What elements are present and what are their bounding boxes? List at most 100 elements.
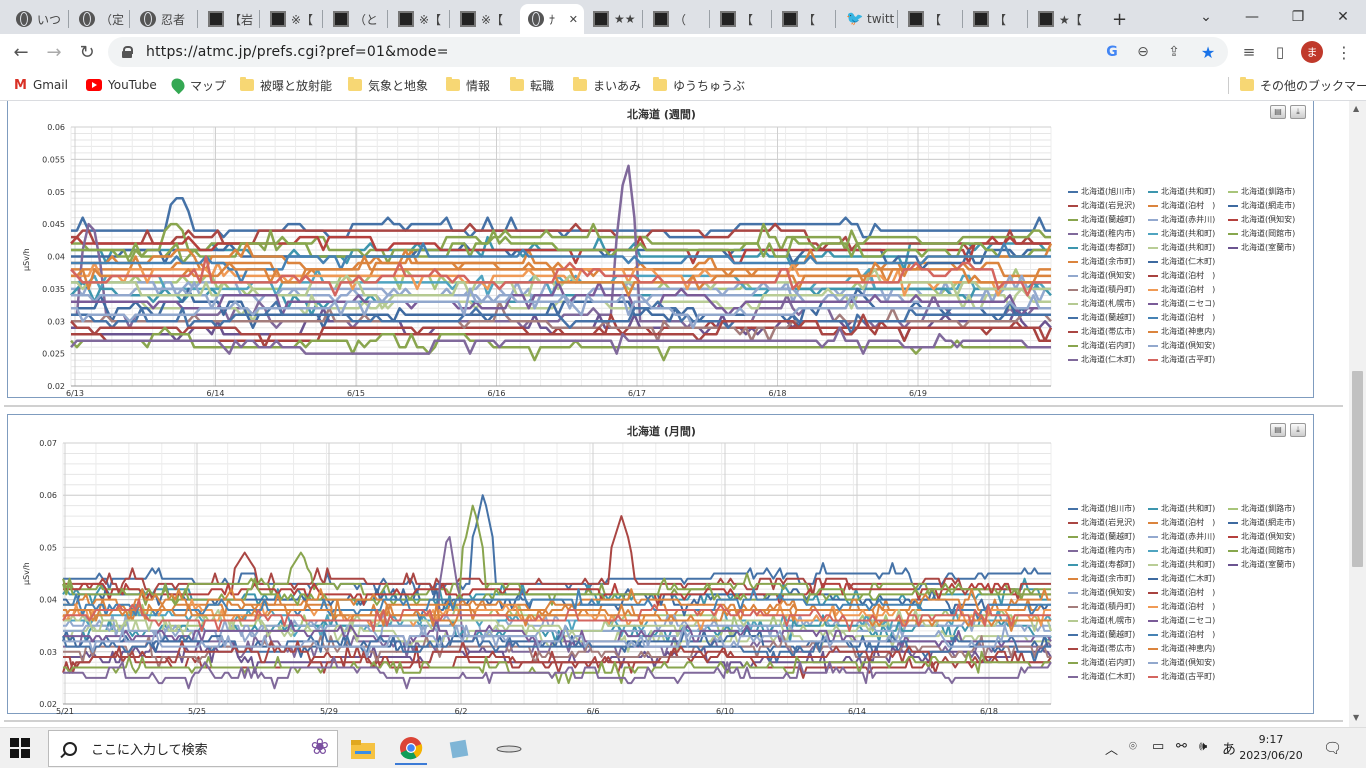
legend-item[interactable]: 北海道(室蘭市) bbox=[1228, 559, 1323, 570]
legend-item[interactable]: 北海道(泊村 ) bbox=[1148, 587, 1243, 598]
media-control-icon[interactable]: ≡ bbox=[1236, 39, 1262, 65]
share-icon[interactable]: ⇪ bbox=[1162, 40, 1186, 64]
legend-label: 北海道(室蘭市) bbox=[1241, 560, 1296, 569]
browser-tab[interactable]: （定 bbox=[71, 4, 127, 34]
legend-item[interactable]: 北海道(岡館市) bbox=[1228, 228, 1323, 239]
side-panel-icon[interactable]: ▯ bbox=[1267, 39, 1293, 65]
scroll-up-icon[interactable]: ▲ bbox=[1353, 104, 1359, 113]
folder-icon bbox=[446, 77, 460, 91]
legend-item[interactable]: 北海道(ニセコ) bbox=[1148, 615, 1243, 626]
legend-item[interactable]: 北海道(仁木町) bbox=[1148, 573, 1243, 584]
browser-tab[interactable]: 忍者 bbox=[132, 4, 188, 34]
legend-item[interactable]: 北海道(仁木町) bbox=[1148, 256, 1243, 267]
legend-item[interactable]: 北海道(倶知安) bbox=[1148, 340, 1243, 351]
browser-tab[interactable]: ※【 bbox=[390, 4, 446, 34]
legend-item[interactable]: 北海道(神恵内) bbox=[1148, 643, 1243, 654]
legend-item[interactable]: 北海道(泊村 ) bbox=[1148, 601, 1243, 612]
browser-tab[interactable]: ※【 bbox=[262, 4, 318, 34]
bookmark-folder-5[interactable]: まいあみ bbox=[573, 76, 641, 94]
browser-tab[interactable]: 【岩 bbox=[200, 4, 256, 34]
bookmark-folder-4[interactable]: 転職 bbox=[510, 76, 554, 94]
bookmark-youtube[interactable]: YouTube bbox=[86, 76, 157, 94]
legend-item[interactable]: 北海道(室蘭市) bbox=[1228, 242, 1323, 253]
legend-item[interactable]: 北海道(古平町) bbox=[1148, 354, 1243, 365]
legend-item[interactable]: 北海道(網走市) bbox=[1228, 517, 1323, 528]
battery-icon[interactable]: ▭ bbox=[1152, 739, 1164, 754]
legend-item[interactable]: 北海道(古平町) bbox=[1148, 671, 1243, 682]
legend-item[interactable]: 北海道(倶知安) bbox=[1148, 657, 1243, 668]
legend-item[interactable]: 北海道(泊村 ) bbox=[1148, 312, 1243, 323]
other-bookmarks[interactable]: その他のブックマーク bbox=[1240, 76, 1366, 94]
legend-item[interactable]: 北海道(泊村 ) bbox=[1148, 629, 1243, 640]
close-window-icon[interactable]: ✕ bbox=[1320, 0, 1366, 34]
new-tab-button[interactable]: + bbox=[1108, 4, 1130, 34]
bookmark-folder-6[interactable]: ゆうちゅうぶ bbox=[653, 76, 745, 94]
google-translate-icon[interactable]: G bbox=[1100, 40, 1124, 64]
bookmark-folder-1[interactable]: 被曝と放射能 bbox=[240, 76, 332, 94]
legend-item[interactable]: 北海道(倶知安) bbox=[1228, 214, 1323, 225]
browser-tab[interactable]: （と bbox=[325, 4, 381, 34]
browser-tab[interactable]: （ bbox=[645, 4, 701, 34]
legend-swatch bbox=[1068, 605, 1078, 608]
legend-label: 北海道(赤井川) bbox=[1161, 215, 1216, 224]
scroll-down-icon[interactable]: ▼ bbox=[1353, 713, 1359, 722]
legend-label: 北海道(旭川市) bbox=[1081, 187, 1136, 196]
tab-title: twitt bbox=[867, 12, 894, 26]
browser-tab[interactable]: ﾅ ✕ bbox=[520, 4, 584, 34]
browser-tab[interactable]: 【 bbox=[965, 4, 1021, 34]
browser-tab[interactable]: 【 bbox=[712, 4, 768, 34]
ime-indicator[interactable]: あ bbox=[1222, 739, 1236, 759]
notification-icon[interactable]: 🗨 bbox=[1323, 739, 1342, 757]
bookmark-gmail[interactable]: M Gmail bbox=[14, 76, 68, 94]
browser-tab[interactable]: ※【 bbox=[452, 4, 508, 34]
legend-item[interactable]: 北海道(倶知安) bbox=[1228, 531, 1323, 542]
legend-item[interactable]: 北海道(網走市) bbox=[1228, 200, 1323, 211]
network-icon[interactable]: ⚯ bbox=[1176, 739, 1187, 754]
reload-button[interactable]: ↻ bbox=[74, 39, 100, 65]
volume-icon[interactable]: 🕪 bbox=[1199, 739, 1207, 754]
legend-item[interactable]: 北海道(ニセコ) bbox=[1148, 298, 1243, 309]
lock-icon[interactable] bbox=[122, 46, 133, 58]
minimize-icon[interactable]: — bbox=[1229, 0, 1275, 34]
page-scrollbar[interactable]: ▲ ▼ bbox=[1349, 101, 1366, 727]
browser-tab[interactable]: 【 bbox=[900, 4, 956, 34]
forward-button[interactable]: → bbox=[41, 39, 67, 65]
browser-tab[interactable]: いつ bbox=[8, 4, 64, 34]
menu-icon[interactable]: ⋮ bbox=[1331, 39, 1357, 65]
browser-tab[interactable]: 【 bbox=[774, 4, 830, 34]
legend-item[interactable]: 北海道(釧路市) bbox=[1228, 186, 1323, 197]
bookmark-folder-2[interactable]: 気象と地象 bbox=[348, 76, 428, 94]
back-button[interactable]: ← bbox=[8, 39, 34, 65]
legend-label: 北海道(仁木町) bbox=[1161, 574, 1216, 583]
taskbar-clock[interactable]: 9:17 2023/06/20 bbox=[1236, 732, 1306, 764]
url-text[interactable]: https://atmc.jp/prefs.cgi?pref=01&mode= bbox=[146, 44, 449, 60]
bookmark-folder-3[interactable]: 情報 bbox=[446, 76, 490, 94]
legend-item[interactable]: 北海道(泊村 ) bbox=[1148, 284, 1243, 295]
app-icon[interactable] bbox=[493, 733, 525, 765]
legend-item[interactable]: 北海道(釧路市) bbox=[1228, 503, 1323, 514]
close-tab-icon[interactable]: ✕ bbox=[569, 13, 578, 26]
chrome-icon[interactable] bbox=[395, 733, 427, 765]
meet-icon[interactable]: ⌾ bbox=[1129, 739, 1137, 754]
legend-swatch bbox=[1068, 204, 1078, 207]
browser-tab[interactable]: 🐦 twitt bbox=[838, 4, 894, 34]
scrollbar-thumb[interactable] bbox=[1352, 371, 1363, 567]
notepad-icon[interactable] bbox=[443, 733, 475, 765]
legend-label: 北海道(稚内市) bbox=[1081, 546, 1136, 555]
browser-tab[interactable]: ★【 bbox=[1030, 4, 1086, 34]
legend-item[interactable]: 北海道(泊村 ) bbox=[1148, 270, 1243, 281]
taskbar-search[interactable]: ここに入力して検索 ❀ bbox=[48, 730, 338, 767]
restore-icon[interactable]: ❐ bbox=[1275, 0, 1321, 34]
address-bar[interactable]: https://atmc.jp/prefs.cgi?pref=01&mode= … bbox=[108, 37, 1228, 67]
bookmark-star-icon[interactable]: ★ bbox=[1196, 40, 1220, 64]
tray-chevron-icon[interactable]: ︿ bbox=[1105, 739, 1118, 758]
bookmark-maps[interactable]: マップ bbox=[168, 75, 226, 95]
legend-item[interactable]: 北海道(岡館市) bbox=[1228, 545, 1323, 556]
legend-item[interactable]: 北海道(神恵内) bbox=[1148, 326, 1243, 337]
windows-start-icon[interactable] bbox=[10, 738, 30, 758]
file-explorer-icon[interactable] bbox=[347, 733, 379, 765]
browser-tab[interactable]: ★★ bbox=[585, 4, 641, 34]
tab-search-icon[interactable]: ⌄ bbox=[1183, 0, 1229, 34]
profile-avatar[interactable]: ま bbox=[1301, 41, 1323, 63]
zoom-icon[interactable]: ⊖ bbox=[1131, 40, 1155, 64]
